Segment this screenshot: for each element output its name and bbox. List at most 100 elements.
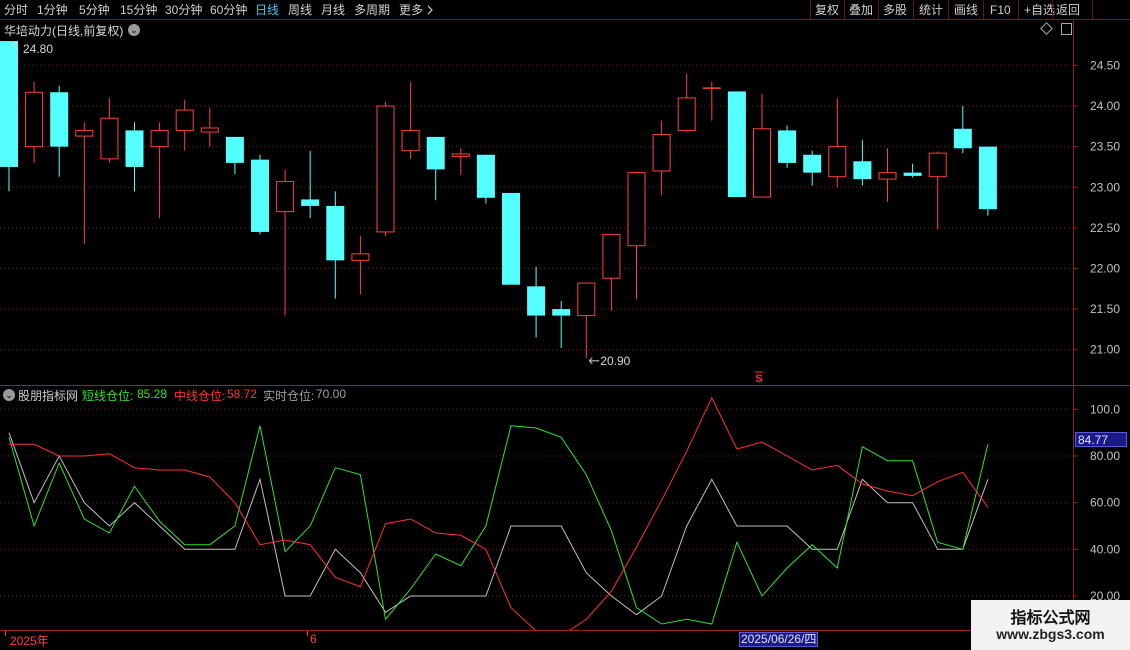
- year-tick: [5, 631, 6, 636]
- indicator-panel[interactable]: 100.0 80.00 60.00 40.00 20.00 ⌄ 股朋指标网 短线仓位: …: [0, 385, 1130, 631]
- tab-daily[interactable]: 日线: [255, 1, 279, 19]
- candle-body: [502, 192, 520, 285]
- tab-1min[interactable]: 1分钟: [37, 1, 68, 19]
- candle-body: [978, 146, 997, 210]
- adjust-button[interactable]: 复权: [815, 1, 839, 19]
- candle-body: [828, 146, 847, 178]
- indicator-name: 股朋指标网: [18, 389, 79, 403]
- y-tick-label: 22.50: [1090, 221, 1120, 235]
- y-tick-label: 40.00: [1090, 542, 1120, 556]
- low-arrow-icon: [588, 357, 600, 365]
- candle-body: [0, 41, 18, 167]
- chevron-right-icon: [427, 5, 433, 15]
- y-tick-label: 100.0: [1090, 402, 1120, 416]
- short-position-label: 短线仓位:: [82, 389, 134, 403]
- candle-body: [200, 127, 219, 133]
- mid-position-label: 中线仓位:: [174, 389, 226, 403]
- stock-title: 华培动力(日线,前复权): [4, 24, 124, 38]
- watermark-url: www.zbgs3.com: [996, 626, 1105, 642]
- candle-body: [527, 286, 546, 316]
- candle-body: [552, 309, 571, 316]
- candle-body: [225, 136, 244, 163]
- f10-button[interactable]: F10: [990, 1, 1011, 19]
- tab-30min[interactable]: 30分钟: [165, 1, 202, 19]
- indicator-chart: 100.080.0060.0040.0020.00: [0, 396, 1120, 631]
- candlestick-chart: 24.50 24.00 23.50 23.00 22.50 22.00 21.50 21.00…: [0, 41, 1120, 385]
- candle-body: [652, 133, 671, 172]
- y-tick-label: 80.00: [1090, 449, 1120, 463]
- candle-body: [376, 105, 395, 233]
- tab-60min[interactable]: 60分钟: [210, 1, 247, 19]
- tab-multi-period[interactable]: 多周期: [354, 1, 390, 19]
- date-axis: 2025年 6 2025/06/26/四: [0, 630, 1130, 650]
- candle-body: [50, 92, 69, 147]
- candle-body: [150, 129, 169, 148]
- draw-line-button[interactable]: 画线: [954, 1, 978, 19]
- overlay-button[interactable]: 叠加: [849, 1, 873, 19]
- y-tick-label: 21.00: [1090, 343, 1120, 357]
- real-position-value: 70.00: [316, 387, 347, 401]
- candle-body: [853, 161, 872, 180]
- candlestick-panel[interactable]: 24.50 24.00 23.50 23.00 22.50 22.00 21.50 21.00…: [0, 20, 1130, 385]
- candle-body: [175, 109, 194, 131]
- candle-body: [25, 91, 44, 148]
- title-dropdown-icon[interactable]: ⌄: [128, 24, 140, 36]
- y-tick-label: 23.00: [1090, 180, 1120, 194]
- candle-body: [426, 136, 445, 170]
- candle-body: [627, 172, 646, 247]
- candle-body: [928, 152, 947, 178]
- candle-body: [878, 172, 897, 180]
- candle-body: [803, 154, 822, 173]
- more-label: 更多: [399, 3, 424, 17]
- candle-body: [577, 282, 596, 317]
- candle-body: [301, 199, 320, 206]
- candle-body: [727, 91, 746, 198]
- tab-15min[interactable]: 15分钟: [120, 1, 157, 19]
- candle-body: [401, 129, 420, 152]
- real-position-label: 实时仓位:: [263, 389, 315, 403]
- y-tick-label: 24.50: [1090, 58, 1120, 72]
- axis-separator: [1073, 20, 1074, 630]
- add-watchlist-button[interactable]: 返回: [1056, 1, 1080, 19]
- tab-monthly[interactable]: 月线: [321, 1, 345, 19]
- period-toolbar: 分时 1分钟 5分钟 15分钟 30分钟 60分钟 日线 周线 月线 多周期 更…: [0, 0, 1130, 20]
- multi-stock-button[interactable]: 多股: [883, 1, 907, 19]
- y-tick-label: 60.00: [1090, 496, 1120, 510]
- candle-body: [125, 130, 144, 167]
- month-label: 6: [310, 632, 317, 646]
- more-button[interactable]: 更多: [399, 1, 434, 19]
- candle-body: [75, 129, 94, 137]
- short-position-line: [8, 425, 989, 625]
- current-value-badge: 84.77: [1075, 432, 1127, 447]
- panel-toggle-icon[interactable]: [1061, 23, 1072, 35]
- candle-body: [326, 205, 345, 261]
- year-label: 2025年: [10, 634, 49, 648]
- mark-button[interactable]: +自选: [1024, 1, 1055, 19]
- candle-body: [903, 172, 922, 176]
- high-marker-label: 24.80: [23, 42, 53, 56]
- watermark-title: 指标公式网: [1010, 610, 1091, 627]
- tab-5min[interactable]: 5分钟: [79, 1, 110, 19]
- real-position-line: [8, 432, 989, 616]
- y-tick-label: 24.00: [1090, 99, 1120, 113]
- candle-body: [778, 130, 797, 163]
- short-position-value: 85.28: [137, 387, 168, 401]
- cursor-date-label: 2025/06/26/四: [739, 632, 819, 647]
- candle-body: [476, 154, 495, 198]
- y-tick-label: 22.00: [1090, 261, 1120, 275]
- candle-body: [953, 128, 972, 149]
- tab-timeshare[interactable]: 分时: [4, 1, 28, 19]
- mid-position-line: [9, 396, 989, 631]
- statistics-button[interactable]: 统计: [919, 1, 943, 19]
- candle-body: [100, 117, 119, 160]
- candle-body: [276, 181, 295, 213]
- candle-body: [602, 233, 621, 279]
- low-marker-label: 20.90: [600, 354, 630, 368]
- y-tick-label: 21.50: [1090, 302, 1120, 316]
- month-tick: [307, 631, 308, 636]
- watermark-logo: 指标公式网 www.zbgs3.com: [971, 600, 1130, 650]
- tab-weekly[interactable]: 周线: [288, 1, 312, 19]
- indicator-dropdown-icon[interactable]: ⌄: [3, 389, 15, 401]
- candle-body: [251, 159, 269, 232]
- candle-body: [677, 97, 696, 131]
